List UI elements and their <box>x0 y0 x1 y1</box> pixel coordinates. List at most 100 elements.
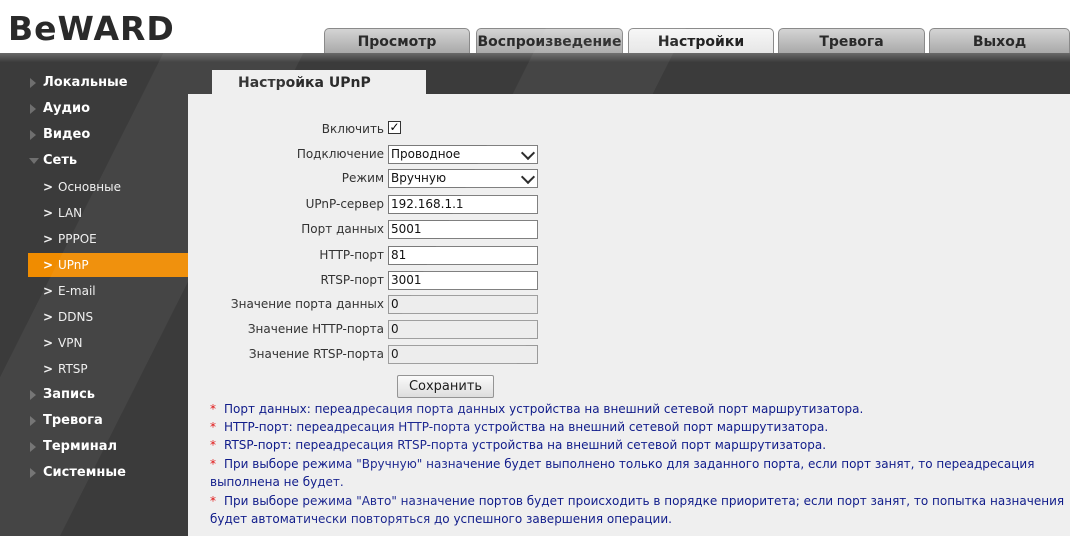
data-port-input[interactable]: 5001 <box>388 220 538 239</box>
sidebar-item-record[interactable]: Запись <box>0 383 188 407</box>
sidebar-item-label: VPN <box>58 336 83 350</box>
chevron-right-icon: > <box>43 310 54 324</box>
sidebar-item-system[interactable]: Системные <box>0 461 188 485</box>
sidebar-item-label: Видео <box>43 127 91 142</box>
triangle-right-icon <box>30 390 36 400</box>
data-port-value-row: Значение порта данных 0 <box>188 294 1070 316</box>
sidebar-item-label: DDNS <box>58 310 94 324</box>
mode-label: Режим <box>341 171 384 185</box>
sidebar-item-label: Аудио <box>43 101 91 116</box>
data-port-value-label: Значение порта данных <box>230 297 384 311</box>
rtsp-port-value-field: 0 <box>388 345 538 364</box>
note-manual-mode: * При выборе режима "Вручную" назначение … <box>210 455 1065 491</box>
top-bar <box>0 53 1070 62</box>
rtsp-port-row: RTSP-порт 3001 <box>188 270 1070 292</box>
asterisk: * <box>210 457 216 471</box>
mode-select[interactable]: Вручную <box>388 169 538 188</box>
chevron-right-icon: > <box>43 206 54 220</box>
data-port-label: Порт данных <box>301 222 384 236</box>
sidebar-item-pppoe[interactable]: > PPPOE <box>0 227 188 251</box>
sidebar-item-label: Запись <box>43 387 96 402</box>
http-port-value-field: 0 <box>388 320 538 339</box>
triangle-right-icon <box>30 468 36 478</box>
triangle-down-icon <box>29 158 39 164</box>
tab-alarm[interactable]: Тревога <box>778 28 925 53</box>
upnp-server-label: UPnP-сервер <box>305 197 384 211</box>
sidebar-item-label: E-mail <box>58 284 96 298</box>
enable-label: Включить <box>321 122 384 136</box>
triangle-right-icon <box>30 416 36 426</box>
http-port-label: HTTP-порт <box>319 248 384 262</box>
save-button[interactable]: Сохранить <box>397 375 494 398</box>
connection-label: Подключение <box>296 147 384 161</box>
sidebar-item-audio[interactable]: Аудио <box>0 97 188 121</box>
sidebar-item-label: Системные <box>43 465 126 480</box>
sidebar-item-vpn[interactable]: > VPN <box>0 331 188 355</box>
upnp-server-row: UPnP-сервер 192.168.1.1 <box>188 194 1070 216</box>
note-text: Порт данных: переадресация порта данных … <box>224 402 864 416</box>
connection-select[interactable]: Проводное <box>388 145 538 164</box>
sidebar-item-label: Тревога <box>43 413 103 428</box>
sidebar-item-label: UPnP <box>58 258 89 272</box>
mode-row: Режим Вручную <box>188 168 1070 190</box>
upnp-server-input[interactable]: 192.168.1.1 <box>388 195 538 214</box>
asterisk: * <box>210 402 216 416</box>
tab-playback[interactable]: Воспроизведение <box>476 28 623 53</box>
data-port-row: Порт данных 5001 <box>188 219 1070 241</box>
chevron-right-icon: > <box>43 180 54 194</box>
tab-exit[interactable]: Выход <box>929 28 1070 53</box>
content-area: Настройка UPnP Включить ✓ Подключение Пр… <box>188 62 1070 536</box>
sidebar-item-label: RTSP <box>58 362 88 376</box>
data-port-value-field: 0 <box>388 295 538 314</box>
triangle-right-icon <box>30 104 36 114</box>
sidebar-item-network[interactable]: Сеть <box>0 149 188 173</box>
sidebar-item-ddns[interactable]: > DDNS <box>0 305 188 329</box>
chevron-down-icon <box>520 169 536 185</box>
note-text: RTSP-порт: переадресация RTSP-порта устр… <box>224 438 827 452</box>
enable-row: Включить ✓ <box>188 119 1070 141</box>
tab-settings[interactable]: Настройки <box>628 28 774 53</box>
sidebar: Локальные Аудио Видео Сеть > Основные > … <box>0 62 188 536</box>
connection-row: Подключение Проводное <box>188 144 1070 166</box>
rtsp-port-value-label: Значение RTSP-порта <box>248 347 384 361</box>
sidebar-item-lan[interactable]: > LAN <box>0 201 188 225</box>
sidebar-item-label: Локальные <box>43 75 128 90</box>
note-text: HTTP-порт: переадресация HTTP-порта устр… <box>224 420 829 434</box>
triangle-right-icon <box>30 78 36 88</box>
sidebar-item-label: LAN <box>58 206 83 220</box>
tab-view[interactable]: Просмотр <box>324 28 470 53</box>
beward-logo: BeWARD <box>8 9 175 48</box>
chevron-right-icon: > <box>43 336 54 350</box>
rtsp-port-value-row: Значение RTSP-порта 0 <box>188 344 1070 366</box>
chevron-right-icon: > <box>43 258 54 272</box>
sidebar-item-video[interactable]: Видео <box>0 123 188 147</box>
sidebar-item-local[interactable]: Локальные <box>0 71 188 95</box>
chevron-right-icon: > <box>43 232 54 246</box>
sidebar-item-rtsp[interactable]: > RTSP <box>0 357 188 381</box>
triangle-right-icon <box>30 442 36 452</box>
note-auto-mode: * При выборе режима "Авто" назначение пор… <box>210 492 1065 528</box>
chevron-right-icon: > <box>43 284 54 298</box>
sidebar-item-upnp[interactable]: > UPnP <box>28 253 188 277</box>
http-port-row: HTTP-порт 81 <box>188 245 1070 267</box>
sidebar-item-terminal[interactable]: Терминал <box>0 435 188 459</box>
sidebar-item-label: PPPOE <box>58 232 97 246</box>
chevron-down-icon <box>520 145 536 161</box>
asterisk: * <box>210 438 216 452</box>
note-http-port: * HTTP-порт: переадресация HTTP-порта уст… <box>210 418 1065 436</box>
asterisk: * <box>210 420 216 434</box>
sidebar-item-email[interactable]: > E-mail <box>0 279 188 303</box>
rtsp-port-input[interactable]: 3001 <box>388 271 538 290</box>
note-text: При выборе режима "Вручную" назначение б… <box>210 457 1035 489</box>
sidebar-item-alarm[interactable]: Тревога <box>0 409 188 433</box>
section-title: Настройка UPnP <box>212 70 426 94</box>
http-port-input[interactable]: 81 <box>388 246 538 265</box>
enable-checkbox[interactable]: ✓ <box>388 121 401 134</box>
triangle-right-icon <box>30 130 36 140</box>
asterisk: * <box>210 494 216 508</box>
note-data-port: * Порт данных: переадресация порта данных… <box>210 400 1065 418</box>
sidebar-item-basic[interactable]: > Основные <box>0 175 188 199</box>
chevron-right-icon: > <box>43 362 54 376</box>
section-header-bar: Настройка UPnP <box>188 62 1070 94</box>
sidebar-item-label: Терминал <box>43 439 118 454</box>
